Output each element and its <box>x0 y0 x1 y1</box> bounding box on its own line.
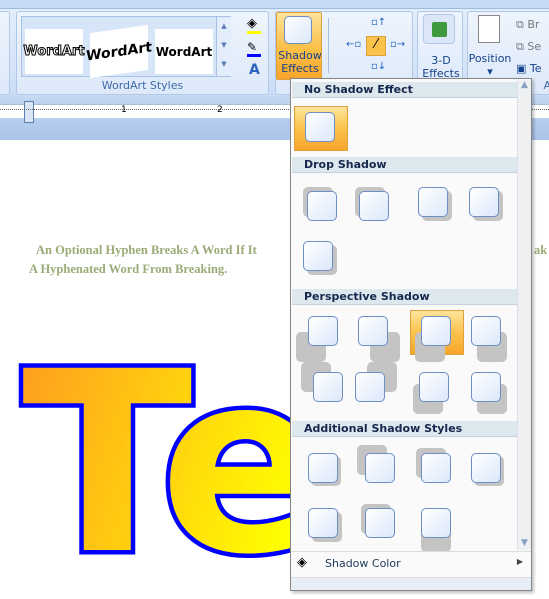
wordart-styles-group: WordArt WordArt WordArt ▲ ▼ ▼ ◈ ✎ A WordAr… <box>16 11 269 95</box>
shadow-style-option[interactable] <box>358 316 388 346</box>
shadow-style-option[interactable] <box>418 187 448 217</box>
wordart-gallery: WordArt WordArt WordArt ▲ ▼ ▼ <box>21 16 231 79</box>
indent-marker[interactable] <box>24 101 34 123</box>
submenu-arrow-icon: ▶ <box>516 557 523 566</box>
shadow-style-option[interactable] <box>471 453 501 483</box>
wordart-styles-label: WordArt Styles <box>101 79 184 92</box>
ribbon-tab-strip <box>0 0 549 9</box>
wordart-style-2[interactable]: WordArt <box>86 24 152 79</box>
shadow-style-option[interactable] <box>365 453 395 483</box>
shadow-style-option[interactable] <box>308 453 338 483</box>
shadow-effects-button[interactable]: ShadowEffects ▾ <box>276 12 322 88</box>
position-icon <box>478 15 500 43</box>
shadow-style-option[interactable] <box>419 372 449 402</box>
shadow-style-option[interactable] <box>308 508 338 538</box>
ruler-mark-2: 2 <box>217 105 223 115</box>
shadow-style-option[interactable] <box>421 453 451 483</box>
shadow-style-option[interactable] <box>471 372 501 402</box>
3d-label-1: 3-D <box>431 54 451 67</box>
text-wrapping-button[interactable]: ▣ Te <box>516 62 542 75</box>
change-shape-icon[interactable]: A <box>249 62 260 78</box>
section-additional-shadow: Additional Shadow Styles <box>292 421 517 437</box>
nudge-shadow-up-icon[interactable]: ▫↑ <box>371 17 386 28</box>
section-drop-shadow: Drop Shadow <box>292 157 517 173</box>
shadow-style-option[interactable] <box>313 372 343 402</box>
line-color-icon[interactable]: ✎ <box>247 40 261 57</box>
paragraph-line-1: An Optional Hyphen Breaks A Word If It <box>36 243 257 257</box>
ruler-mark-1: 1 <box>121 105 127 115</box>
line-color-swatch <box>247 54 261 57</box>
scroll-up-icon[interactable]: ▲ <box>518 80 531 90</box>
paragraph-line-1-end: ak <box>534 243 548 257</box>
position-button[interactable]: Position <box>469 52 512 65</box>
shadow-style-option[interactable] <box>359 191 389 221</box>
shadow-style-option[interactable] <box>307 191 337 221</box>
fill-color-swatch <box>247 31 261 34</box>
section-no-shadow: No Shadow Effect <box>292 82 517 98</box>
shadow-style-option[interactable] <box>365 508 395 538</box>
shadow-effects-icon <box>284 16 312 44</box>
gallery-scroll[interactable]: ▲ ▼ ▼ <box>216 17 231 76</box>
shadow-style-option[interactable] <box>421 316 451 346</box>
fill-color-icon[interactable]: ◈ <box>247 16 261 34</box>
ribbon-group-previous <box>0 11 10 95</box>
shadow-color-icon: ◈ <box>297 555 307 570</box>
send-to-back-button[interactable]: ⧉ Se <box>516 40 541 54</box>
shadow-style-option[interactable] <box>469 187 499 217</box>
shadow-effects-dropdown: No Shadow Effect Drop Shadow Perspective… <box>290 78 532 591</box>
shadow-color-label: Shadow Color <box>325 557 401 570</box>
nudge-shadow-down-icon[interactable]: ▫↓ <box>371 61 386 72</box>
wordart-text[interactable]: Te <box>18 340 334 599</box>
divider <box>328 18 329 73</box>
paragraph-line-2: A Hyphenated Word From Breaking. <box>29 262 228 276</box>
wordart-style-3[interactable]: WordArt <box>155 29 213 74</box>
shadow-effects-label-1: Shadow <box>278 49 322 62</box>
shadow-style-option[interactable] <box>355 372 385 402</box>
3d-effects-icon <box>423 14 455 44</box>
shadow-style-option[interactable] <box>305 112 335 142</box>
shadow-style-option[interactable] <box>303 241 333 271</box>
section-perspective-shadow: Perspective Shadow <box>292 289 517 305</box>
menu-scrollbar[interactable]: ▲ ▼ <box>517 80 531 550</box>
nudge-shadow-right-icon[interactable]: ▫→ <box>390 39 405 50</box>
shadow-effects-label-2: Effects <box>281 62 319 75</box>
shadow-color-menu-item[interactable]: ◈ Shadow Color ▶ <box>291 551 531 575</box>
resize-handle[interactable] <box>291 577 531 590</box>
shadow-style-option[interactable] <box>471 316 501 346</box>
shadow-on-off-icon[interactable]: ⁄ <box>366 36 386 56</box>
shadow-style-option[interactable] <box>421 508 451 538</box>
wordart-style-1[interactable]: WordArt <box>23 29 85 74</box>
bring-to-front-button[interactable]: ⧉ Br <box>516 18 539 32</box>
nudge-shadow-left-icon[interactable]: ←▫ <box>346 39 361 50</box>
scroll-down-icon[interactable]: ▼ <box>518 538 531 548</box>
shadow-style-option[interactable] <box>308 316 338 346</box>
